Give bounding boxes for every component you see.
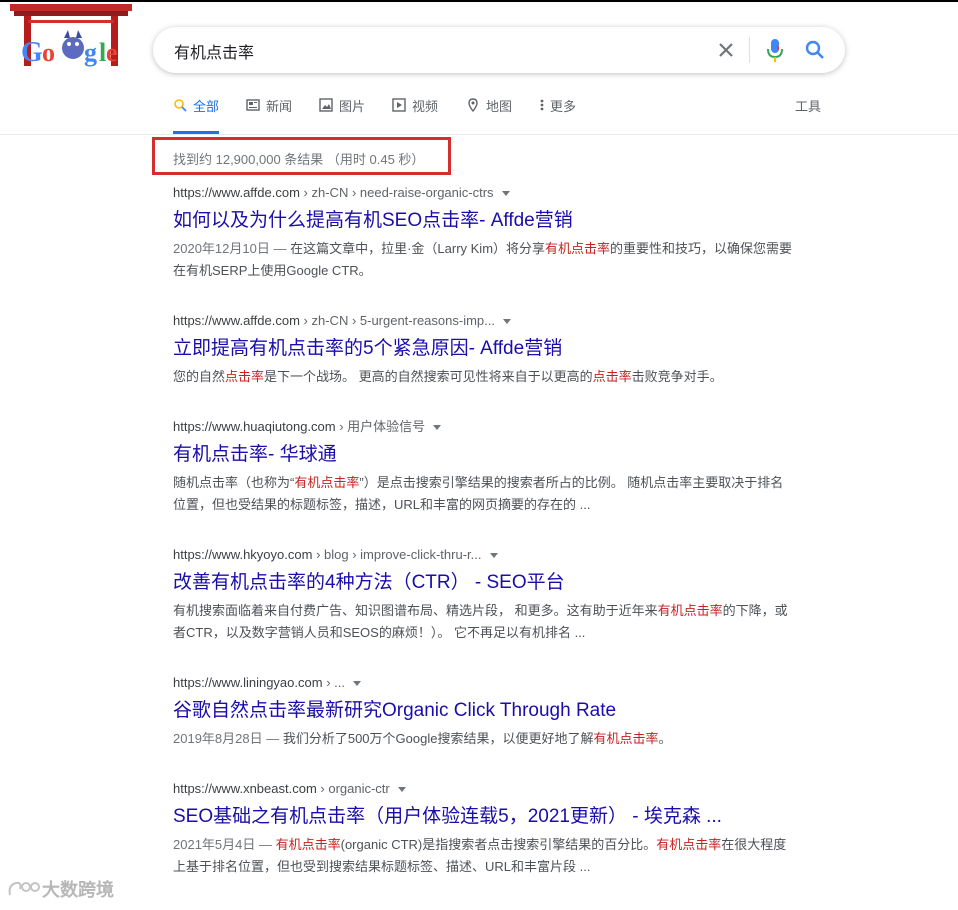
result-snippet: 2020年12月10日 — 在这篇文章中，拉里·金（Larry Kim）将分享有…: [173, 238, 793, 282]
search-input[interactable]: 有机点击率: [174, 39, 254, 63]
search-box[interactable]: 有机点击率: [153, 27, 845, 73]
snippet-highlight: 有机点击率: [545, 241, 611, 256]
dropdown-caret-icon[interactable]: [352, 681, 361, 687]
tab-all[interactable]: 全部: [173, 96, 220, 134]
search-result: https://www.huaqiutong.com › 用户体验信号 有机点击…: [173, 418, 793, 516]
watermark-text: 大数跨境: [42, 880, 114, 900]
search-icon[interactable]: [803, 38, 827, 62]
watermark-logo-icon: [8, 881, 40, 896]
dropdown-caret-icon[interactable]: [433, 425, 442, 431]
top-border: [0, 0, 958, 2]
snippet-highlight: 点击率: [592, 369, 632, 384]
svg-text:g: g: [84, 38, 97, 67]
video-icon: [392, 98, 406, 112]
dropdown-caret-icon[interactable]: [503, 319, 511, 325]
microphone-icon[interactable]: [763, 37, 787, 63]
result-path: › ...: [322, 675, 345, 690]
tab-label: 更多: [550, 99, 577, 114]
snippet-highlight: 点击率: [225, 369, 265, 384]
more-vert-icon: [540, 98, 544, 112]
result-title[interactable]: 谷歌自然点击率最新研究Organic Click Through Rate: [173, 698, 793, 724]
result-path: › zh-CN › need-raise-organic-ctrs: [299, 185, 494, 200]
tab-label: 新闻: [266, 99, 293, 114]
snippet-text: 是下一个战场。 更高的自然搜索可见性将来自于以更高的: [264, 369, 593, 384]
result-title[interactable]: 改善有机点击率的4种方法（CTR） - SEO平台: [173, 570, 793, 596]
result-domain: https://www.affde.com: [173, 185, 300, 200]
google-doodle-logo[interactable]: G o g l e: [10, 4, 132, 70]
tab-label: 地图: [486, 99, 513, 114]
search-result: https://www.affde.com › zh-CN › need-rai…: [173, 184, 793, 282]
result-date: 2021年5月4日 —: [173, 837, 276, 852]
snippet-text: 我们分析了500万个Google搜索结果，以便更好地了解: [282, 731, 594, 746]
result-snippet: 2021年5月4日 — 有机点击率(organic CTR)是指搜索者点击搜索引…: [173, 834, 793, 878]
tab-images[interactable]: 图片: [319, 96, 365, 132]
tools-button[interactable]: 工具: [795, 96, 821, 115]
search-result: https://www.affde.com › zh-CN › 5-urgent…: [173, 312, 793, 388]
result-domain: https://www.xnbeast.com: [173, 781, 317, 796]
result-domain: https://www.liningyao.com: [173, 675, 323, 690]
tab-videos[interactable]: 视频: [392, 96, 438, 132]
result-path: › zh-CN › 5-urgent-reasons-imp...: [299, 313, 495, 328]
snippet-text: 有机搜索面临着来自付费广告、知识图谱布局、精选片段， 和更多。这有助于近年来: [173, 603, 658, 618]
snippet-highlight: 有机点击率: [294, 475, 360, 490]
dropdown-caret-icon[interactable]: [397, 787, 406, 793]
tab-more[interactable]: 更多: [540, 96, 576, 132]
tab-maps[interactable]: 地图: [466, 96, 512, 132]
result-domain: https://www.hkyoyo.com: [173, 547, 313, 562]
search-result: https://www.hkyoyo.com › blog › improve-…: [173, 546, 793, 644]
svg-text:G: G: [21, 37, 43, 68]
dropdown-caret-icon[interactable]: [501, 191, 510, 197]
search-result: https://www.xnbeast.com › organic-ctr SE…: [173, 780, 793, 878]
snippet-text: 。: [658, 731, 672, 746]
clear-icon[interactable]: [715, 39, 737, 61]
result-url[interactable]: https://www.liningyao.com › ...: [173, 674, 793, 692]
result-url[interactable]: https://www.affde.com › zh-CN › 5-urgent…: [173, 312, 793, 330]
tab-label: 全部: [193, 99, 220, 114]
snippet-text: (organic CTR)是指搜索者点击搜索引擎结果的百分比。: [340, 837, 657, 852]
result-domain: https://www.affde.com: [173, 313, 300, 328]
snippet-text: 您的自然: [173, 369, 226, 384]
result-snippet: 2019年8月28日 — 我们分析了500万个Google搜索结果，以便更好地了…: [173, 728, 793, 750]
svg-text:o: o: [42, 38, 55, 67]
svg-text:e: e: [106, 38, 118, 67]
search-result: https://www.liningyao.com › ... 谷歌自然点击率最…: [173, 674, 793, 750]
tab-news[interactable]: 新闻: [246, 96, 292, 132]
result-path: › organic-ctr: [316, 781, 390, 796]
result-title[interactable]: 立即提高有机点击率的5个紧急原因- Affde营销: [173, 336, 793, 362]
snippet-highlight: 有机点击率: [275, 837, 341, 852]
tab-label: 图片: [339, 99, 366, 114]
search-icon: [173, 98, 187, 112]
result-snippet: 随机点击率（也称为“有机点击率”）是点击搜索引擎结果的搜索者所占的比例。 随机点…: [173, 472, 793, 516]
result-url[interactable]: https://www.huaqiutong.com › 用户体验信号: [173, 418, 793, 436]
result-url[interactable]: https://www.hkyoyo.com › blog › improve-…: [173, 546, 793, 564]
search-divider: [749, 37, 750, 63]
result-title[interactable]: 如何以及为什么提高有机SEO点击率- Affde营销: [173, 208, 793, 234]
result-url[interactable]: https://www.xnbeast.com › organic-ctr: [173, 780, 793, 798]
result-url[interactable]: https://www.affde.com › zh-CN › need-rai…: [173, 184, 793, 202]
result-title[interactable]: SEO基础之有机点击率（用户体验连载5，2021更新） - 埃克森 ...: [173, 804, 793, 830]
dropdown-caret-icon[interactable]: [489, 553, 498, 559]
snippet-highlight: 有机点击率: [656, 837, 722, 852]
map-pin-icon: [466, 98, 480, 113]
result-date: 2020年12月10日 —: [173, 241, 291, 256]
watermark: 大数跨境: [6, 876, 114, 902]
snippet-text: 随机点击率（也称为“: [173, 475, 295, 490]
result-snippet: 有机搜索面临着来自付费广告、知识图谱布局、精选片段， 和更多。这有助于近年来有机…: [173, 600, 793, 644]
image-icon: [319, 98, 333, 112]
snippet-highlight: 有机点击率: [593, 731, 659, 746]
snippet-text: 击败竞争对手。: [631, 369, 723, 384]
result-path: › 用户体验信号: [335, 419, 426, 434]
snippet-text: 在这篇文章中，拉里·金（Larry Kim）将分享: [290, 241, 546, 256]
result-domain: https://www.huaqiutong.com: [173, 419, 336, 434]
result-path: › blog › improve-click-thru-r...: [312, 547, 482, 562]
snippet-highlight: 有机点击率: [657, 603, 723, 618]
tab-label: 视频: [412, 99, 439, 114]
result-snippet: 您的自然点击率是下一个战场。 更高的自然搜索可见性将来自于以更高的点击率击败竞争…: [173, 366, 793, 388]
news-icon: [246, 98, 260, 112]
result-date: 2019年8月28日 —: [173, 731, 283, 746]
highlight-box: [152, 137, 451, 175]
result-title[interactable]: 有机点击率- 华球通: [173, 442, 793, 468]
